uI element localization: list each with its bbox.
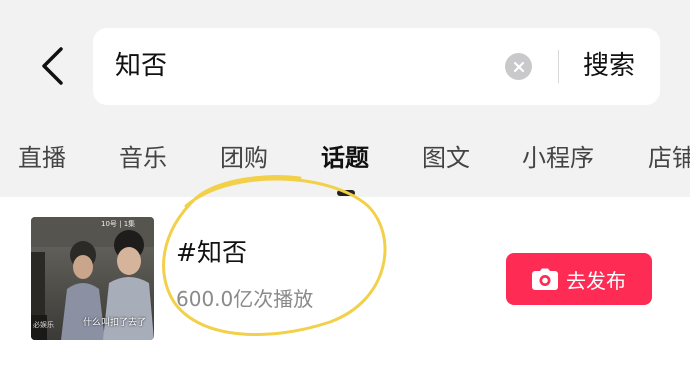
topic-thumbnail[interactable]: 10号 | 1集 必娱乐 什么叫扣了去了	[31, 217, 154, 340]
thumbnail-caption: 什么叫扣了去了	[83, 318, 147, 328]
search-header: 搜索 直播 音乐 团购 话题 图文 小程序 店铺	[0, 0, 690, 197]
publish-button[interactable]: 去发布	[506, 253, 652, 305]
tab-group-buy[interactable]: 团购	[220, 138, 268, 173]
tab-live[interactable]: 直播	[18, 138, 66, 173]
publish-label: 去发布	[566, 268, 626, 293]
back-button[interactable]	[22, 36, 82, 96]
search-submit-button[interactable]: 搜索	[569, 28, 649, 105]
search-box: 搜索	[93, 28, 660, 105]
category-tabs: 直播 音乐 团购 话题 图文 小程序 店铺	[0, 126, 690, 186]
thumbnail-watermark: 必娱乐	[33, 321, 54, 329]
clear-search-button[interactable]	[505, 53, 532, 80]
chevron-left-icon	[42, 47, 63, 85]
topic-title[interactable]: #知否	[176, 233, 247, 269]
clear-circle-icon	[513, 61, 524, 72]
topic-play-count: 600.0亿次播放	[176, 287, 314, 311]
search-divider	[558, 50, 559, 83]
camera-icon	[532, 268, 558, 290]
tab-image-text[interactable]: 图文	[422, 138, 470, 173]
thumbnail-tag: 10号 | 1集	[101, 220, 136, 228]
active-tab-indicator	[337, 190, 355, 196]
search-input[interactable]	[115, 28, 505, 105]
tab-music[interactable]: 音乐	[119, 138, 167, 173]
tab-topics[interactable]: 话题	[321, 138, 369, 173]
tab-mini-program[interactable]: 小程序	[522, 138, 594, 173]
topic-result-row[interactable]: 10号 | 1集 必娱乐 什么叫扣了去了 #知否 600.0亿次播放 去发布	[0, 197, 690, 367]
tab-shops[interactable]: 店铺	[648, 138, 690, 173]
